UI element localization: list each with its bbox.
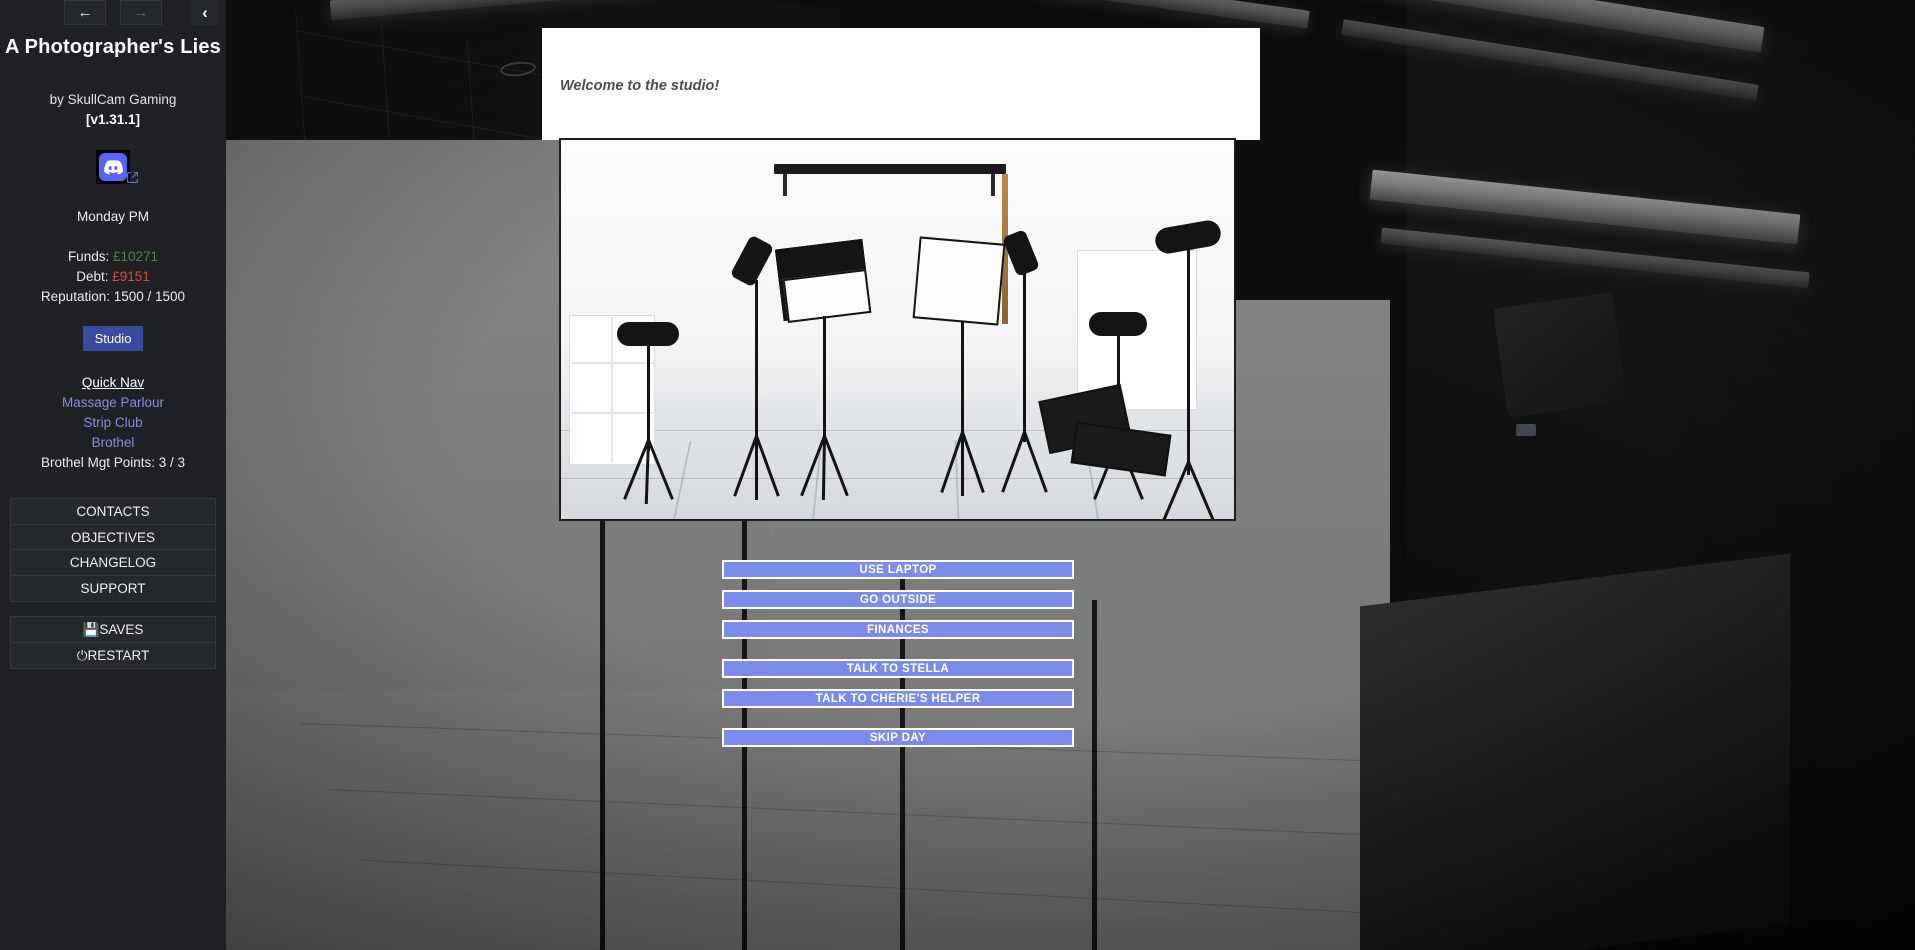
sidebar-nav-row: ← → ‹ (0, 0, 226, 26)
game-title: A Photographer's Lies (4, 36, 222, 58)
sidebar-item-objectives[interactable]: OBJECTIVES (11, 524, 215, 550)
scene-image (559, 138, 1236, 521)
saves-label: SAVES (99, 622, 144, 637)
reputation-row: Reputation: 1500 / 1500 (0, 287, 226, 307)
collapse-sidebar-button[interactable]: ‹ (191, 0, 219, 25)
action-talk-to-stella[interactable]: TALK TO STELLA (722, 659, 1074, 678)
location-badge[interactable]: Studio (82, 326, 144, 351)
quick-nav: Quick Nav Massage Parlour Strip Club Bro… (0, 373, 226, 473)
arrow-right-icon: → (133, 4, 149, 21)
action-go-outside[interactable]: GO OUTSIDE (722, 590, 1074, 609)
external-link-icon[interactable] (126, 171, 139, 184)
sidebar-item-changelog[interactable]: CHANGELOG (11, 550, 215, 576)
narration-line: Welcome to the studio! (560, 78, 720, 94)
game-author: by SkullCam Gaming (49, 92, 177, 107)
debt-value: £9151 (112, 269, 150, 284)
reputation-value: 1500 / 1500 (113, 289, 186, 304)
funds-label: Funds: (67, 249, 110, 264)
reputation-label: Reputation: (40, 289, 110, 304)
funds-value: £10271 (112, 249, 159, 264)
floppy-disk-icon: 💾 (82, 622, 100, 637)
quick-nav-title: Quick Nav (81, 375, 145, 390)
game-page: ← → ‹ A Photographer's Lies by SkullCam … (0, 0, 1915, 950)
discord-icon (99, 153, 127, 181)
funds-row: Funds: £10271 (0, 247, 226, 267)
narration-textbox: Welcome to the studio! (542, 28, 1260, 140)
sidebar-item-restart[interactable]: ⏻RESTART (11, 642, 215, 668)
quick-nav-link-strip-club[interactable]: Strip Club (0, 413, 226, 433)
restart-label: RESTART (87, 647, 150, 663)
sidebar-item-support[interactable]: SUPPORT (11, 575, 215, 601)
location-badge-wrap: Studio (0, 326, 226, 351)
brothel-mgt-points: Brothel Mgt Points: 3 / 3 (40, 455, 186, 470)
sidebar: ← → ‹ A Photographer's Lies by SkullCam … (0, 0, 226, 950)
stats-block: Funds: £10271 Debt: £9151 Reputation: 15… (0, 247, 226, 307)
action-finances[interactable]: FINANCES (722, 620, 1074, 639)
back-button[interactable]: ← (64, 0, 106, 25)
action-skip-day[interactable]: SKIP DAY (722, 728, 1074, 747)
quick-nav-link-brothel[interactable]: Brothel (0, 433, 226, 453)
discord-link-button[interactable] (96, 150, 130, 184)
sidebar-system-menu: 💾SAVES ⏻RESTART (10, 616, 216, 669)
game-version: [v1.31.1] (85, 112, 141, 127)
sidebar-menu: CONTACTS OBJECTIVES CHANGELOG SUPPORT (10, 498, 216, 602)
current-daytime: Monday PM (76, 209, 150, 224)
social-row (0, 147, 226, 187)
sidebar-item-contacts[interactable]: CONTACTS (11, 499, 215, 525)
quick-nav-link-massage-parlour[interactable]: Massage Parlour (0, 393, 226, 413)
action-button-list: USE LAPTOP GO OUTSIDE FINANCES TALK TO S… (722, 560, 1074, 758)
sidebar-item-saves[interactable]: 💾SAVES (11, 617, 215, 643)
debt-label: Debt: (76, 269, 109, 284)
arrow-left-icon: ← (77, 4, 93, 21)
main-content: Welcome to the studio! USE LAPTOP GO OUT… (226, 0, 1915, 950)
chevron-left-icon: ‹ (202, 3, 208, 22)
action-use-laptop[interactable]: USE LAPTOP (722, 560, 1074, 579)
power-icon: ⏻ (76, 647, 88, 663)
action-talk-to-cheries-helper[interactable]: TALK TO CHERIE'S HELPER (722, 689, 1074, 708)
debt-row: Debt: £9151 (0, 267, 226, 287)
forward-button[interactable]: → (120, 0, 162, 25)
